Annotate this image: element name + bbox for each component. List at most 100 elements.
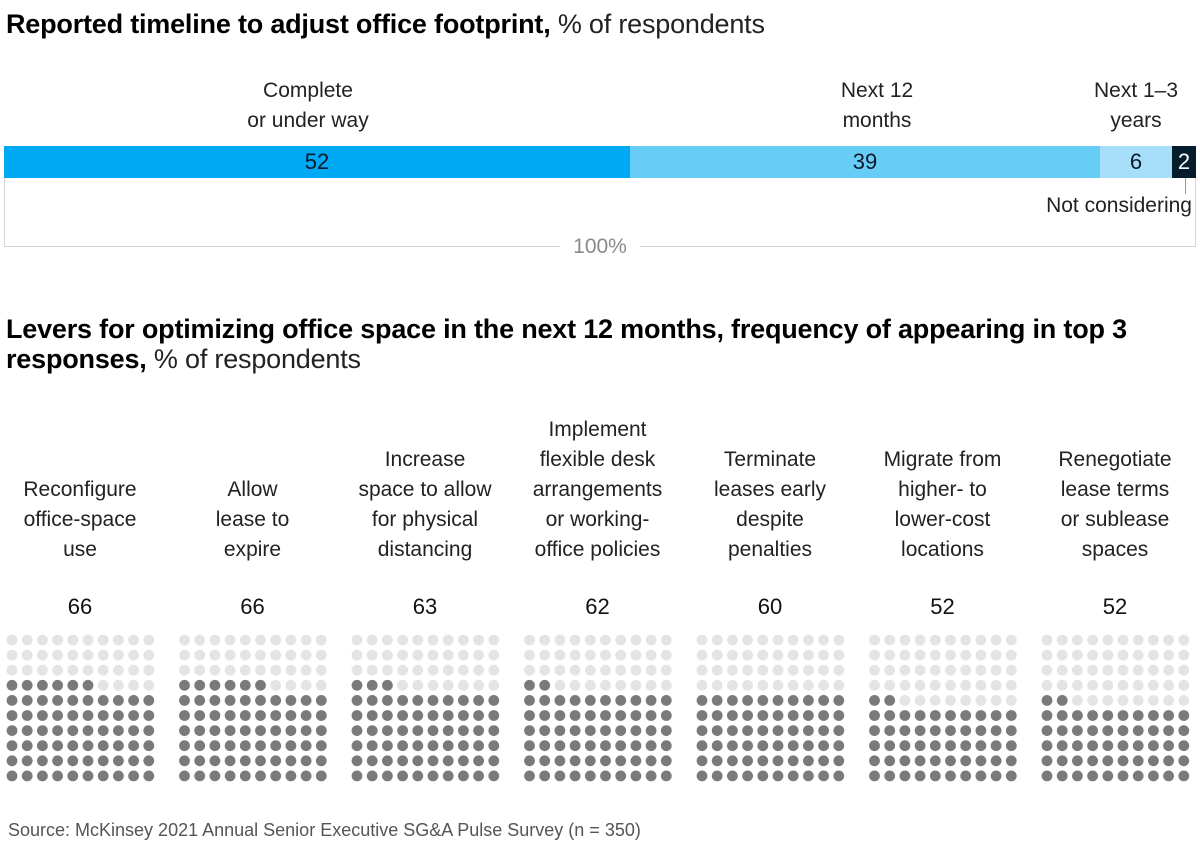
waffle-dot-empty: [833, 634, 845, 646]
waffle-dot-filled: [645, 740, 657, 752]
waffle-dot-filled: [315, 725, 327, 736]
waffle-dot-filled: [366, 725, 378, 736]
waffle-dot-empty: [615, 649, 627, 661]
waffle-grid-2: [179, 634, 327, 782]
waffle-dot-empty: [1163, 649, 1174, 661]
waffle-dot-filled: [803, 695, 814, 706]
waffle-dot-filled: [975, 770, 987, 782]
waffle-dot-filled: [6, 755, 18, 767]
waffle-dot-empty: [600, 679, 611, 691]
waffle-dot-empty: [818, 664, 829, 676]
waffle-dot-empty: [37, 649, 48, 661]
waffle-dot-filled: [727, 725, 738, 736]
waffle-dot-empty: [1056, 679, 1068, 691]
waffle-dot-empty: [833, 679, 845, 691]
waffle-dot-empty: [803, 649, 814, 661]
waffle-dot-filled: [194, 770, 206, 782]
waffle-dot-filled: [1148, 770, 1159, 782]
waffle-dot-filled: [270, 695, 282, 706]
waffle-dot-empty: [239, 664, 251, 676]
waffle-dot-filled: [473, 725, 484, 736]
waffle-dot-empty: [427, 679, 439, 691]
waffle-dot-filled: [869, 725, 880, 736]
waffle-dot-filled: [1132, 725, 1144, 736]
waffle-dot-filled: [960, 755, 972, 767]
waffle-dot-empty: [351, 634, 363, 646]
waffle-dot-empty: [270, 679, 282, 691]
waffle-dot-filled: [113, 755, 124, 767]
waffle-dot-empty: [412, 649, 424, 661]
waffle-dot-filled: [82, 740, 94, 752]
waffle-dot-filled: [1132, 770, 1144, 782]
waffle-dot-empty: [711, 634, 723, 646]
waffle-dot-filled: [143, 695, 155, 706]
waffle-dot-empty: [1072, 664, 1083, 676]
waffle-dot-empty: [442, 634, 454, 646]
waffle-dot-empty: [615, 634, 627, 646]
waffle-dot-filled: [52, 740, 63, 752]
waffle-dot-empty: [82, 649, 94, 661]
waffle-dot-filled: [615, 770, 627, 782]
waffle-dot-empty: [645, 679, 657, 691]
waffle-dot-filled: [818, 740, 829, 752]
waffle-dot-empty: [143, 679, 155, 691]
waffle-dot-empty: [6, 634, 18, 646]
waffle-dot-empty: [285, 679, 297, 691]
waffle-dot-empty: [1041, 679, 1053, 691]
waffle-dot-filled: [787, 725, 799, 736]
waffle-dot-empty: [960, 695, 972, 706]
waffle-dot-empty: [975, 664, 987, 676]
waffle-dot-filled: [179, 679, 190, 691]
waffle-dot-filled: [488, 755, 500, 767]
waffle-dot-filled: [914, 725, 926, 736]
waffle-dot-empty: [757, 649, 769, 661]
waffle-dot-empty: [727, 679, 738, 691]
waffle-dot-filled: [113, 740, 124, 752]
waffle-dot-empty: [1132, 679, 1144, 691]
waffle-dot-filled: [300, 755, 312, 767]
waffle-dot-empty: [315, 664, 327, 676]
waffle-dot-filled: [524, 679, 535, 691]
waffle-dot-filled: [787, 755, 799, 767]
waffle-dot-filled: [524, 770, 535, 782]
waffle-dot-filled: [660, 710, 672, 721]
waffle-dot-empty: [488, 679, 500, 691]
waffle-dot-empty: [300, 649, 312, 661]
waffle-dot-empty: [224, 649, 236, 661]
waffle-dot-empty: [427, 634, 439, 646]
waffle-dot-filled: [442, 740, 454, 752]
waffle-dot-empty: [960, 649, 972, 661]
waffle-dot-filled: [128, 725, 140, 736]
waffle-dot-empty: [37, 664, 48, 676]
waffle-dot-filled: [366, 695, 378, 706]
waffle-dot-empty: [179, 649, 190, 661]
waffle-dot-filled: [143, 755, 155, 767]
waffle-dot-filled: [899, 755, 911, 767]
waffle-dot-empty: [209, 664, 221, 676]
waffle-dot-filled: [67, 695, 79, 706]
waffle-dot-filled: [569, 695, 581, 706]
waffle-dot-filled: [1178, 725, 1190, 736]
waffle-dot-filled: [458, 710, 469, 721]
waffle-dot-empty: [1163, 664, 1174, 676]
waffle-dot-filled: [884, 710, 896, 721]
waffle-dot-empty: [1132, 649, 1144, 661]
waffle-dot-filled: [615, 740, 627, 752]
waffle-dot-empty: [1132, 634, 1144, 646]
waffle-dot-filled: [300, 695, 312, 706]
waffle-dot-filled: [711, 740, 723, 752]
waffle-dot-empty: [945, 649, 956, 661]
waffle-dot-empty: [351, 664, 363, 676]
waffle-dot-filled: [239, 710, 251, 721]
waffle-dot-filled: [382, 740, 393, 752]
waffle-dot-filled: [397, 740, 408, 752]
waffle-dot-filled: [37, 725, 48, 736]
waffle-dot-empty: [442, 649, 454, 661]
waffle-dot-filled: [772, 710, 784, 721]
waffle-dot-empty: [696, 634, 708, 646]
waffle-dot-empty: [128, 634, 140, 646]
waffle-dot-filled: [554, 695, 566, 706]
waffle-dot-empty: [1178, 695, 1190, 706]
waffle-dot-empty: [300, 679, 312, 691]
waffle-dot-empty: [1072, 695, 1083, 706]
